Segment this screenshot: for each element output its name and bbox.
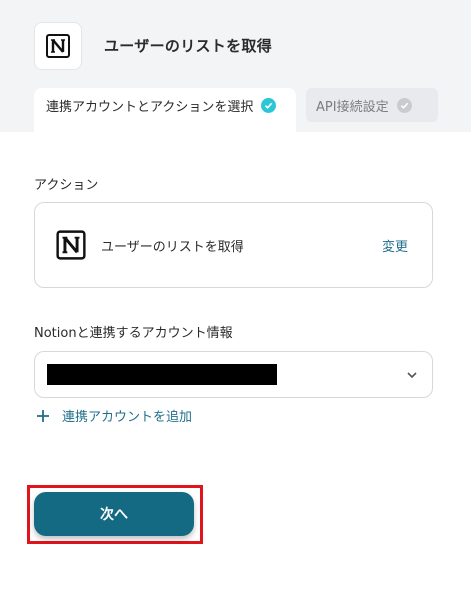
plus-icon	[37, 409, 49, 422]
account-select[interactable]	[34, 351, 433, 398]
action-section-label: アクション	[34, 178, 99, 193]
add-account-label: 連携アカウントを追加	[62, 410, 193, 425]
action-name: ユーザーのリストを取得	[101, 240, 244, 255]
tab-account-action[interactable]: 連携アカウントとアクションを選択	[34, 88, 296, 132]
tab-label: API接続設定	[316, 99, 389, 115]
check-circle-icon	[261, 97, 277, 113]
header-area: ユーザーのリストを取得 連携アカウントとアクションを選択 API接続設定	[0, 0, 471, 132]
action-card: ユーザーのリストを取得 変更	[34, 202, 433, 288]
page-title: ユーザーのリストを取得	[104, 37, 273, 55]
tab-api-settings[interactable]: API接続設定	[306, 88, 438, 122]
add-account-link[interactable]: 連携アカウントを追加	[36, 406, 192, 425]
chevron-down-icon	[407, 372, 417, 379]
account-section-label: Notionと連携するアカウント情報	[34, 326, 233, 341]
notion-logo-icon	[53, 227, 89, 263]
tab-label: 連携アカウントとアクションを選択	[46, 99, 254, 115]
redacted-account-value	[47, 364, 277, 385]
change-action-link[interactable]: 変更	[382, 236, 408, 255]
notion-logo-icon	[34, 22, 82, 70]
next-button[interactable]: 次へ	[34, 492, 194, 536]
check-circle-icon	[396, 97, 412, 113]
